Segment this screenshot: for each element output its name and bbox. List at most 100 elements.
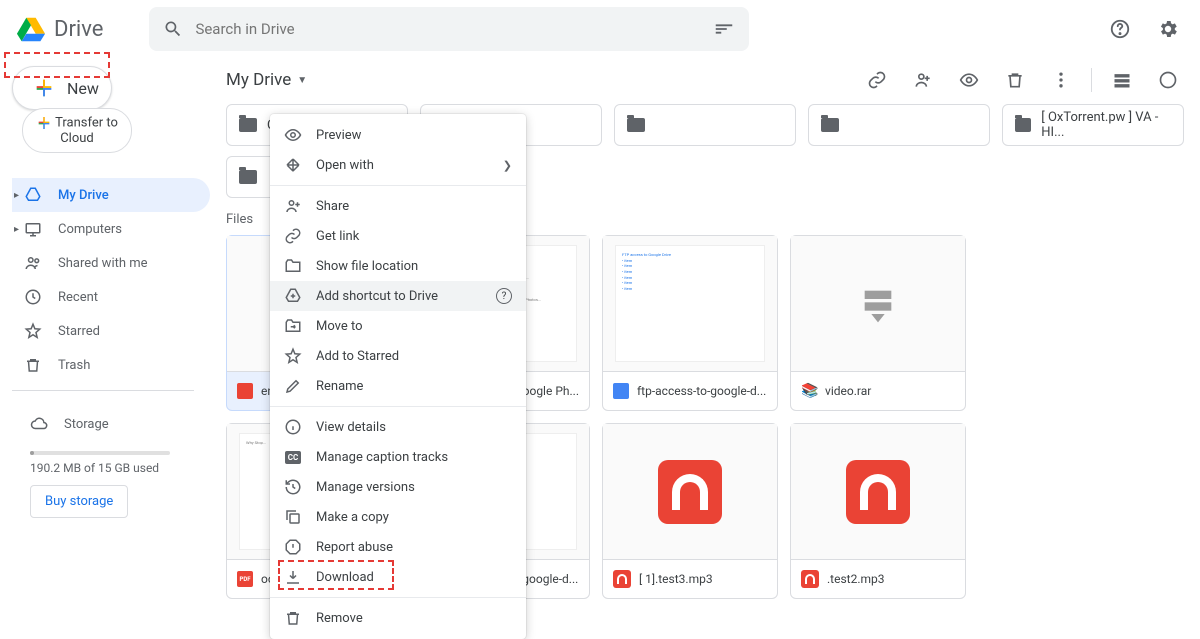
folder-icon — [239, 118, 257, 132]
link-button[interactable] — [861, 64, 893, 96]
audio-icon — [613, 570, 631, 588]
more-button[interactable] — [1045, 64, 1077, 96]
menu-preview[interactable]: Preview — [270, 120, 526, 150]
cloud-icon — [30, 415, 48, 433]
menu-move-to[interactable]: Move to — [270, 311, 526, 341]
info-button[interactable] — [1152, 64, 1184, 96]
header: Drive — [0, 0, 1200, 58]
versions-icon — [284, 478, 302, 496]
computers-icon — [24, 220, 42, 238]
doc-icon — [613, 383, 629, 399]
open-icon — [284, 156, 302, 174]
share-button[interactable] — [907, 64, 939, 96]
report-icon — [284, 538, 302, 556]
folder-unnamed-2[interactable] — [808, 104, 990, 146]
menu-remove[interactable]: Remove — [270, 603, 526, 633]
nav: My Drive Computers Shared with me Recent… — [12, 178, 210, 382]
nav-starred[interactable]: Starred — [12, 314, 210, 348]
folder-oxtorrent[interactable]: [ OxTorrent.pw ] VA - HI... — [1002, 104, 1184, 146]
chevron-down-icon: ▼ — [297, 75, 307, 86]
menu-open-with[interactable]: Open with❯ — [270, 150, 526, 180]
folder-outline-icon — [284, 257, 302, 275]
folder-icon — [821, 118, 839, 132]
titlebar: My Drive ▼ — [226, 58, 1184, 102]
transfer-button[interactable]: Transfer to Cloud — [22, 108, 132, 153]
nav-my-drive[interactable]: My Drive — [12, 178, 210, 212]
recent-icon — [24, 288, 42, 306]
trash-icon — [24, 356, 42, 374]
move-icon — [284, 317, 302, 335]
info-icon — [284, 418, 302, 436]
menu-report[interactable]: Report abuse — [270, 532, 526, 562]
copy-icon — [284, 508, 302, 526]
menu-copy[interactable]: Make a copy — [270, 502, 526, 532]
rename-icon — [284, 377, 302, 395]
search-options-icon[interactable] — [713, 18, 735, 40]
drive-nav-icon — [24, 186, 42, 204]
drive-icon — [16, 15, 46, 43]
search-box[interactable] — [149, 7, 749, 51]
download-icon — [284, 568, 302, 586]
sidebar: New Transfer to Cloud My Drive Computers… — [0, 58, 210, 597]
eye-icon — [284, 126, 302, 144]
new-label: New — [67, 79, 99, 98]
menu-share[interactable]: Share — [270, 191, 526, 221]
menu-add-starred[interactable]: Add to Starred — [270, 341, 526, 371]
star-icon — [284, 347, 302, 365]
nav-shared[interactable]: Shared with me — [12, 246, 210, 280]
menu-download[interactable]: Download — [270, 562, 526, 592]
video-icon — [237, 383, 253, 399]
nav-storage[interactable]: Storage — [30, 407, 194, 441]
search-container — [149, 7, 749, 51]
menu-show-location[interactable]: Show file location — [270, 251, 526, 281]
breadcrumb[interactable]: My Drive ▼ — [226, 70, 307, 90]
help-icon[interactable]: ? — [496, 288, 512, 304]
menu-versions[interactable]: Manage versions — [270, 472, 526, 502]
star-icon — [24, 322, 42, 340]
new-button[interactable]: New — [12, 66, 112, 110]
header-actions — [1104, 13, 1184, 45]
search-icon — [163, 19, 183, 39]
menu-get-link[interactable]: Get link — [270, 221, 526, 251]
folder-icon — [239, 170, 257, 184]
audio-thumb-icon — [658, 460, 722, 524]
trash-icon — [284, 609, 302, 627]
main-content: My Drive ▼ Cats Sync [ OxTorrent.pw ] VA… — [210, 58, 1200, 597]
app-name: Drive — [54, 17, 103, 42]
shortcut-icon — [284, 287, 302, 305]
folder-unnamed-1[interactable] — [614, 104, 796, 146]
file-card[interactable]: .test2.mp3 — [790, 423, 966, 599]
preview-button[interactable] — [953, 64, 985, 96]
nav-computers[interactable]: Computers — [12, 212, 210, 246]
context-menu: Preview Open with❯ Share Get link Show f… — [270, 114, 526, 639]
menu-rename[interactable]: Rename — [270, 371, 526, 401]
nav-trash[interactable]: Trash — [12, 348, 210, 382]
view-toggle[interactable] — [1106, 64, 1138, 96]
file-card[interactable]: [ 1].test3.mp3 — [602, 423, 778, 599]
pdf-icon: PDF — [237, 571, 253, 587]
nav-recent[interactable]: Recent — [12, 280, 210, 314]
delete-button[interactable] — [999, 64, 1031, 96]
help-button[interactable] — [1104, 13, 1136, 45]
menu-captions[interactable]: CCManage caption tracks — [270, 442, 526, 472]
settings-button[interactable] — [1152, 13, 1184, 45]
plus-icon — [36, 115, 52, 131]
search-input[interactable] — [195, 20, 701, 38]
file-card[interactable]: 📚video.rar — [790, 235, 966, 411]
menu-view-details[interactable]: View details — [270, 412, 526, 442]
audio-thumb-icon — [846, 460, 910, 524]
folder-icon — [1015, 118, 1031, 132]
rar-thumb-icon — [858, 284, 898, 324]
drive-logo[interactable]: Drive — [16, 15, 103, 43]
person-add-icon — [284, 197, 302, 215]
toolbar — [861, 64, 1184, 96]
menu-add-shortcut[interactable]: Add shortcut to Drive? — [270, 281, 526, 311]
file-card[interactable]: FTP access to Google Drive• item• item• … — [602, 235, 778, 411]
rar-icon: 📚 — [801, 383, 817, 399]
cc-icon: CC — [284, 448, 302, 466]
shared-icon — [24, 254, 42, 272]
storage-usage: 190.2 MB of 15 GB used — [30, 461, 194, 475]
storage-section: Storage 190.2 MB of 15 GB used Buy stora… — [12, 399, 210, 518]
chevron-right-icon: ❯ — [503, 159, 512, 172]
buy-storage-button[interactable]: Buy storage — [30, 485, 128, 518]
